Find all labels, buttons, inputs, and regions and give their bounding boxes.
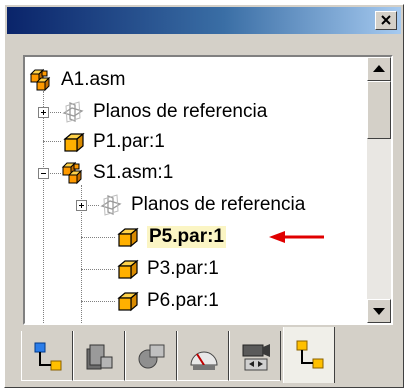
reference-planes-icon: [61, 100, 85, 124]
part-icon: [115, 225, 139, 249]
tree-panel: A1.asm Planos de referencia P1.par:1 S1.…: [23, 55, 393, 325]
parts-library-icon: [86, 344, 113, 370]
tree-item-root-assembly[interactable]: A1.asm: [29, 65, 125, 95]
assembly-pathfinder-tab[interactable]: [21, 331, 73, 381]
tree-connector: [43, 141, 61, 142]
part-icon: [115, 257, 139, 281]
scroll-down-button[interactable]: [367, 299, 391, 323]
title-bar[interactable]: [7, 7, 401, 34]
part-icon: [61, 130, 85, 154]
tree-connector: [81, 269, 115, 270]
feature-library-tab[interactable]: [125, 331, 177, 381]
tree-item-part-selected[interactable]: P5.par:1: [115, 222, 226, 252]
assembly-icon: [61, 161, 85, 185]
tree-item-label: S1.asm:1: [93, 162, 174, 183]
expand-toggle[interactable]: [38, 107, 49, 118]
close-button[interactable]: [375, 11, 397, 30]
camera-icon: [242, 344, 270, 371]
feature-library-icon: [138, 344, 165, 369]
tree-item-label: P5.par:1: [147, 226, 226, 248]
tree-connector: [81, 237, 115, 238]
annotation-arrow-icon: [269, 231, 324, 243]
arrow-up-icon: [373, 65, 385, 72]
tree-item-label: P1.par:1: [93, 131, 165, 152]
parts-library-tab[interactable]: [73, 331, 125, 381]
tree-hierarchy-icon: [34, 342, 62, 371]
tab-strip: [21, 327, 393, 385]
tree-connector: [81, 301, 115, 302]
tree-hierarchy-icon: [296, 340, 324, 369]
sensors-tab[interactable]: [177, 331, 229, 381]
tree-item-subassembly[interactable]: S1.asm:1: [61, 158, 173, 188]
tree-connector: [43, 91, 44, 323]
expand-toggle[interactable]: [76, 200, 87, 211]
pathfinder-window: A1.asm Planos de referencia P1.par:1 S1.…: [4, 4, 404, 388]
tree-item-reference-planes[interactable]: Planos de referencia: [61, 97, 267, 127]
tree-item-reference-planes[interactable]: Planos de referencia: [99, 190, 305, 220]
tree-item-label: Planos de referencia: [93, 101, 268, 122]
tree-item-label: A1.asm: [61, 69, 126, 90]
tree-item-part[interactable]: P1.par:1: [61, 127, 165, 157]
collapse-toggle[interactable]: [38, 168, 49, 179]
gauge-icon: [190, 351, 218, 370]
close-icon: [381, 15, 391, 25]
pathfinder-active-tab[interactable]: [283, 327, 335, 383]
tree-item-label: Planos de referencia: [131, 194, 306, 215]
scroll-up-button[interactable]: [367, 57, 391, 81]
tree-item-label: P6.par:1: [147, 290, 219, 311]
assembly-icon: [29, 68, 53, 92]
animation-tab[interactable]: [229, 331, 281, 381]
tree-item-part[interactable]: P6.par:1: [115, 286, 219, 316]
scroll-thumb[interactable]: [367, 81, 391, 139]
reference-planes-icon: [99, 193, 123, 217]
tree-item-label: P3.par:1: [147, 258, 219, 279]
tree-view[interactable]: A1.asm Planos de referencia P1.par:1 S1.…: [25, 57, 367, 323]
vertical-scrollbar[interactable]: [367, 57, 391, 323]
arrow-down-icon: [373, 308, 385, 315]
part-icon: [115, 289, 139, 313]
tree-item-part[interactable]: P3.par:1: [115, 254, 219, 284]
